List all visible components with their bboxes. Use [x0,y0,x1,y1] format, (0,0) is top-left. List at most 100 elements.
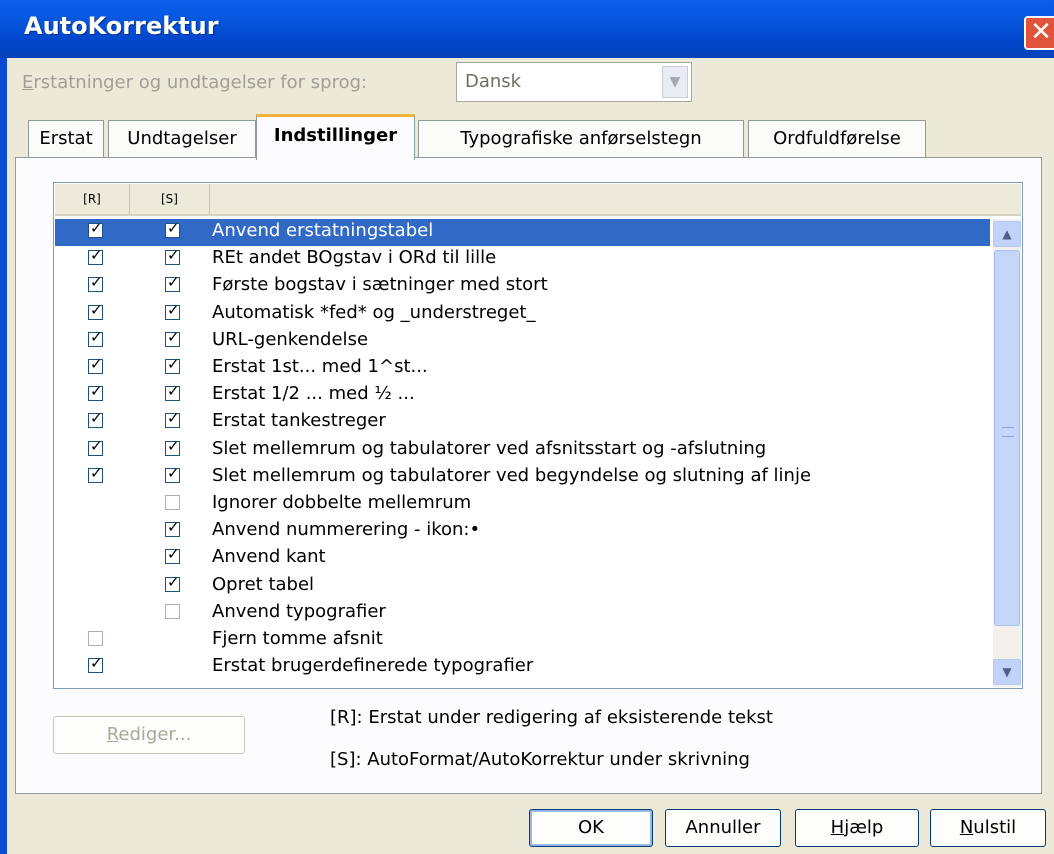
checkmark-icon: ✓ [90,327,103,346]
checkmark-icon: ✓ [167,355,180,373]
cancel-button[interactable]: Annuller [665,809,781,847]
title-bar: AutoKorrektur ✕ [0,0,1054,58]
option-row[interactable]: Ignorer dobbelte mellemrum [55,491,990,518]
checkmark-icon: ✓ [90,382,103,401]
edit-button[interactable]: Rediger... [53,716,245,754]
checkbox-r[interactable]: ✓ [88,219,103,238]
option-row[interactable]: ✓ ✓ Erstat 1/2 ... med ½ ... [55,382,990,409]
option-label: Anvend kant [212,546,326,568]
checkmark-icon: ✓ [167,219,180,237]
checkbox-s[interactable]: ✓ [165,355,180,374]
list-scrollbar[interactable]: ▲ ▼ [993,219,1021,687]
checkbox-s[interactable]: ✓ [165,273,180,293]
option-label: Anvend erstatningstabel [212,220,434,241]
option-row[interactable]: ✓ ✓ Erstat 1st... med 1^st... [55,355,990,382]
option-row[interactable]: ✓ ✓ Slet mellemrum og tabulatorer ved afsn… [55,437,990,464]
tab-indstillinger[interactable]: Indstillinger [256,114,415,160]
checkmark-icon: ✓ [167,409,180,428]
option-row[interactable]: ✓ ✓ Anvend erstatningstabel [55,219,990,246]
checkmark-icon: ✓ [90,463,103,482]
checkbox-r[interactable]: ✓ [88,463,103,483]
ok-button[interactable]: OK [529,809,653,847]
checkbox-s[interactable]: ✓ [165,219,180,238]
checkbox-s[interactable]: ✓ [165,246,180,266]
column-header-s: [S] [130,184,210,214]
option-row[interactable]: ✓ ✓ URL-genkendelse [55,328,990,355]
option-label: Første bogstav i sætninger med stort [212,274,548,296]
tab-undtagelser[interactable]: Undtagelser [108,120,256,158]
checkbox-r[interactable]: ✓ [88,409,103,429]
option-row[interactable]: ✓ Anvend kant [55,545,990,572]
option-label: Erstat 1st... med 1^st... [212,356,428,377]
checkbox-r[interactable]: ✓ [88,436,103,456]
checkbox-r[interactable] [88,631,103,646]
checkmark-icon: ✓ [90,436,103,455]
dialog-title: AutoKorrektur [24,12,219,40]
checkmark-icon: ✓ [167,273,180,292]
checkmark-icon: ✓ [167,463,180,482]
close-icon: ✕ [1030,17,1052,47]
language-label: Erstatninger og undtagelser for sprog: [22,72,368,93]
checkbox-s[interactable]: ✓ [165,300,180,320]
checkbox-s[interactable]: ✓ [165,572,180,592]
tab-typografiske-anforselstegn[interactable]: Typografiske anførselstegn [418,120,744,158]
checkbox-s[interactable]: ✓ [165,547,180,565]
checkbox-s[interactable] [165,495,180,510]
checkbox-r[interactable]: ✓ [88,654,103,674]
option-row[interactable]: ✓ ✓ Erstat tankestreger [55,409,990,436]
option-row[interactable]: ✓ ✓ Automatisk *fed* og _understreget_ [55,301,990,328]
checkbox-r[interactable]: ✓ [88,382,103,402]
checkbox-s[interactable]: ✓ [165,384,180,402]
language-select[interactable]: Dansk ▼ [456,62,692,102]
option-row[interactable]: ✓ Anvend nummerering - ikon:• [55,518,990,545]
tab-erstat[interactable]: Erstat [28,120,104,158]
checkbox-r[interactable]: ✓ [88,273,103,293]
option-label: Erstat 1/2 ... med ½ ... [212,383,415,405]
checkbox-r[interactable]: ✓ [88,327,103,347]
option-label: Slet mellemrum og tabulatorer ved begynd… [212,464,812,486]
checkbox-r[interactable]: ✓ [88,246,103,266]
option-label: Erstat tankestreger [212,410,386,432]
checkbox-s[interactable]: ✓ [165,329,180,347]
language-value: Dansk [465,71,522,92]
option-label: Erstat brugerdefinerede typografier [212,655,534,677]
checkbox-s[interactable]: ✓ [165,463,180,483]
option-row[interactable]: ✓ Erstat brugerdefinerede typografier [55,654,990,681]
option-row[interactable]: ✓ ✓ REt andet BOgstav i ORd til lille [55,246,990,273]
checkmark-icon: ✓ [90,355,103,373]
checkmark-icon: ✓ [90,273,103,292]
grip-icon [1002,427,1014,437]
option-row[interactable]: ✓ ✓ Slet mellemrum og tabulatorer ved begy… [55,464,990,491]
checkmark-icon: ✓ [167,518,180,537]
option-row[interactable]: Anvend typografier [55,600,990,627]
checkmark-icon: ✓ [90,246,103,265]
option-row[interactable]: ✓ ✓ Første bogstav i sætninger med stort [55,273,990,300]
checkbox-s[interactable]: ✓ [165,409,180,429]
option-row[interactable]: Fjern tomme afsnit [55,627,990,654]
checkmark-icon: ✓ [90,654,103,673]
reset-button[interactable]: Nulstil [930,809,1046,847]
option-label: Slet mellemrum og tabulatorer ved afsnit… [212,437,767,459]
checkmark-icon: ✓ [167,572,180,591]
column-header-option [210,184,1021,214]
option-row[interactable]: ✓ Opret tabel [55,573,990,600]
scrollbar-thumb[interactable] [994,250,1020,626]
checkmark-icon: ✓ [167,436,180,455]
chevron-down-icon[interactable]: ▼ [993,659,1021,685]
checkmark-icon: ✓ [90,409,103,428]
legend-r: [R]: Erstat under redigering af eksister… [330,707,773,728]
close-button[interactable]: ✕ [1024,16,1054,50]
tab-ordfuldforelse[interactable]: Ordfuldførelse [748,120,926,158]
help-button[interactable]: Hjælp [795,809,919,847]
checkmark-icon: ✓ [167,246,180,265]
checkbox-r[interactable]: ✓ [88,302,103,320]
checkbox-r[interactable]: ✓ [88,355,103,374]
chevron-up-icon[interactable]: ▲ [993,221,1021,247]
checkbox-s[interactable]: ✓ [165,436,180,456]
checkmark-icon: ✓ [167,300,180,319]
checkmark-icon: ✓ [90,219,103,237]
checkbox-s[interactable]: ✓ [165,518,180,538]
option-label: Ignorer dobbelte mellemrum [212,492,472,513]
checkbox-s[interactable] [165,603,180,619]
chevron-down-icon[interactable]: ▼ [662,66,688,98]
